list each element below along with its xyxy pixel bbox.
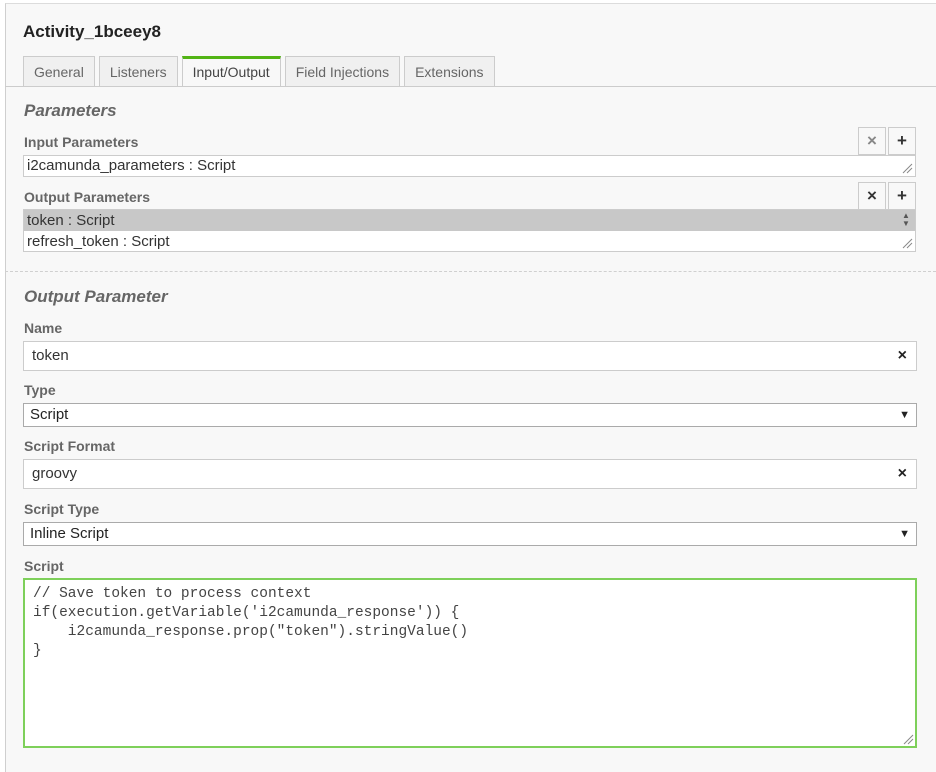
add-output-parameter-button[interactable]: + <box>888 182 916 210</box>
type-select[interactable]: Script ▼ <box>23 403 917 427</box>
name-value[interactable]: token <box>32 347 69 364</box>
tab-listeners[interactable]: Listeners <box>98 56 178 86</box>
script-type-value: Inline Script <box>30 525 109 542</box>
input-parameters-list[interactable]: i2camunda_parameters : Script <box>23 155 916 177</box>
script-format-field[interactable]: groovy × <box>23 459 917 489</box>
script-type-label: Script Type <box>24 501 100 517</box>
output-parameter-group-title: Output Parameter <box>24 287 168 306</box>
input-parameters-label: Input Parameters <box>24 134 139 150</box>
script-editor[interactable]: // Save token to process context if(exec… <box>23 578 917 748</box>
list-item[interactable]: i2camunda_parameters : Script <box>24 156 915 176</box>
clear-name-icon[interactable]: × <box>898 342 907 370</box>
tab-extensions[interactable]: Extensions <box>404 56 495 86</box>
list-item[interactable]: refresh_token : Script <box>24 231 915 252</box>
output-parameters-list[interactable]: token : Script refresh_token : Script ▲ ▼ <box>23 209 916 252</box>
script-format-label: Script Format <box>24 438 116 454</box>
type-value: Script <box>30 406 69 423</box>
remove-output-parameter-button[interactable]: × <box>858 182 886 210</box>
tab-input-output[interactable]: Input/Output <box>181 56 281 87</box>
dropdown-arrow-icon: ▼ <box>899 409 910 421</box>
tab-field-injections[interactable]: Field Injections <box>284 56 401 86</box>
tab-general[interactable]: General <box>23 56 95 86</box>
scroll-arrows-icon[interactable]: ▲ ▼ <box>900 212 912 228</box>
type-label: Type <box>24 382 56 398</box>
script-format-value[interactable]: groovy <box>32 465 77 482</box>
name-label: Name <box>24 320 63 336</box>
tab-bar: General Listeners Input/Output Field Inj… <box>23 56 495 87</box>
resize-grip-icon[interactable] <box>901 162 913 174</box>
resize-grip-icon[interactable] <box>901 237 913 249</box>
script-type-select[interactable]: Inline Script ▼ <box>23 522 917 546</box>
list-item-selected[interactable]: token : Script <box>24 210 915 231</box>
parameters-group-title: Parameters <box>24 101 117 120</box>
clear-script-format-icon[interactable]: × <box>898 460 907 488</box>
dropdown-arrow-icon: ▼ <box>899 528 910 540</box>
name-field[interactable]: token × <box>23 341 917 371</box>
element-title: Activity_1bceey8 <box>23 22 161 41</box>
output-parameters-label: Output Parameters <box>24 189 151 205</box>
section-divider <box>5 271 936 272</box>
remove-input-parameter-button[interactable]: × <box>858 127 886 155</box>
add-input-parameter-button[interactable]: + <box>888 127 916 155</box>
resize-grip-icon[interactable] <box>902 733 914 745</box>
script-label: Script <box>24 558 64 574</box>
tab-divider <box>5 86 936 87</box>
